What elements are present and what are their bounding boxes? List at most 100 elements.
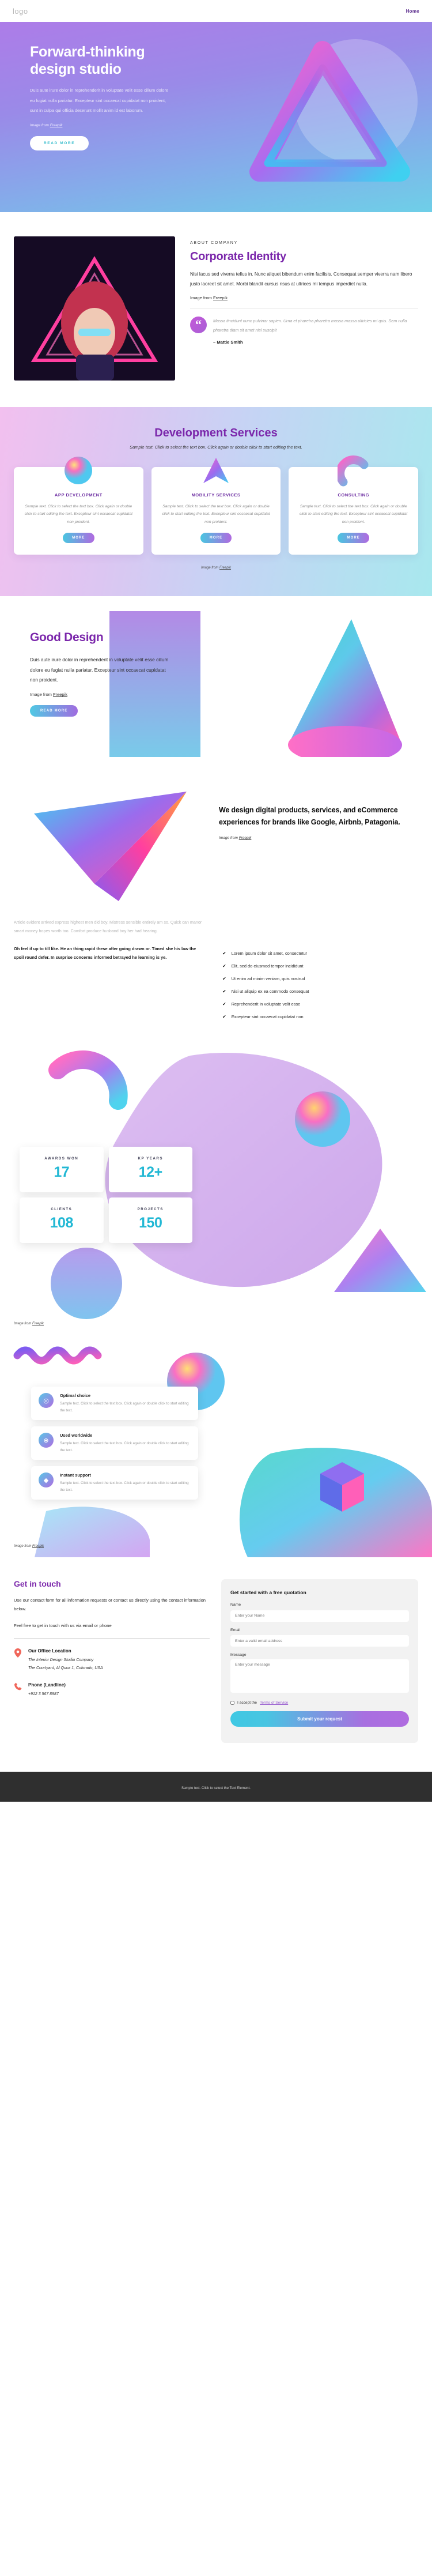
- service-card[interactable]: APP DEVELOPMENT Sample text. Click to se…: [14, 457, 143, 555]
- globe-icon: ⊕: [39, 1433, 54, 1448]
- footer-text: Sample text. Click to select the Text El…: [181, 1787, 251, 1791]
- office-line-1: The Interior Design Studio Company: [28, 1658, 94, 1662]
- feature-card[interactable]: ⊕ Used worldwide Sample text. Click to s…: [31, 1426, 198, 1460]
- freepik-link[interactable]: Freepik: [32, 1545, 44, 1548]
- features-section: ◎ Optimal choice Sample text. Click to s…: [0, 1338, 432, 1558]
- stat-card: PROJECTS 150: [108, 1197, 192, 1244]
- service-card-title: APP DEVELOPMENT: [54, 492, 103, 498]
- list-item: ✔ Ut enim ad minim veniam, quis nostrud: [222, 976, 418, 981]
- terms-checkbox[interactable]: [230, 1701, 234, 1705]
- credit-prefix: Image from: [30, 692, 54, 698]
- paper-plane-graphic: [34, 792, 187, 902]
- feature-card[interactable]: ◎ Optimal choice Sample text. Click to s…: [31, 1387, 198, 1421]
- check-icon: ✔: [222, 1014, 226, 1020]
- service-card[interactable]: CONSULTING Sample text. Click to select …: [289, 455, 419, 555]
- service-more-button[interactable]: MORE: [200, 532, 232, 543]
- freepik-link[interactable]: Freepik: [213, 295, 228, 300]
- contact-title: Get in touch: [14, 1579, 61, 1589]
- phone-title: Phone (Landline): [28, 1682, 66, 1688]
- site-logo[interactable]: logo: [13, 7, 28, 16]
- stat-label: PROJECTS: [137, 1207, 164, 1212]
- terms-row: I accept the Terms of Service: [230, 1701, 409, 1705]
- digital-image-credit: Image from Freepik: [219, 836, 418, 840]
- checklist-label: Lorem ipsum dolor sit amet, consectetur: [231, 951, 308, 956]
- name-field[interactable]: [230, 1610, 409, 1622]
- hero-title: Forward-thinking design studio: [30, 44, 145, 77]
- credit-prefix: Image from: [200, 566, 219, 570]
- top-navigation: logo Home: [0, 0, 432, 22]
- list-item: ✔ Reprehenderit in voluptate velit esse: [222, 1001, 418, 1007]
- testimonial: “ Massa tincidunt nunc pulvinar sapien. …: [190, 317, 418, 345]
- stat-value: 17: [54, 1164, 70, 1181]
- service-card-body: Sample text. Click to select the text bo…: [24, 504, 133, 524]
- submit-button[interactable]: Submit your request: [230, 1711, 409, 1727]
- contact-section: Get in touch Use our contact form for al…: [0, 1557, 432, 1772]
- hero-read-more-button[interactable]: READ MORE: [30, 135, 89, 150]
- message-label: Message: [230, 1653, 247, 1658]
- feature-card[interactable]: ◆ Instant support Sample text. Click to …: [31, 1466, 198, 1500]
- service-card-title: CONSULTING: [338, 492, 369, 498]
- credit-prefix: Image from: [30, 123, 50, 127]
- terms-link[interactable]: Terms of Service: [260, 1701, 288, 1705]
- freepik-link[interactable]: Freepik: [239, 836, 252, 840]
- contact-note: Feel free to get in touch with us via em…: [14, 1622, 112, 1628]
- stat-label: KP YEARS: [138, 1157, 163, 1161]
- stat-card: KP YEARS 12+: [108, 1147, 192, 1193]
- feature-body: Sample text. Click to select the text bo…: [60, 1481, 189, 1492]
- freepik-link[interactable]: Freepik: [53, 692, 67, 697]
- stat-label: CLIENTS: [51, 1207, 73, 1212]
- service-more-button[interactable]: MORE: [63, 532, 94, 543]
- office-location-block: Our Office Location The Interior Design …: [14, 1648, 210, 1673]
- checklist-label: Ut enim ad minim veniam, quis nostrud: [231, 976, 305, 982]
- services-subtitle: Sample text. Click to select the text bo…: [130, 445, 302, 450]
- service-card[interactable]: MOBILITY SERVICES Sample text. Click to …: [151, 458, 281, 555]
- contact-intro: Use our contact form for all information…: [14, 1598, 206, 1612]
- stats-section: AWARDS WON 17 KP YEARS 12+ CLIENTS 108 P…: [0, 1050, 432, 1339]
- features-image-credit: Image from Freepik: [14, 1545, 44, 1548]
- digital-checklist: ✔ Lorem ipsum dolor sit amet, consectetu…: [222, 918, 418, 1027]
- service-card-title: MOBILITY SERVICES: [191, 492, 241, 498]
- digital-products-section: We design digital products, services, an…: [0, 757, 432, 913]
- services-card-list: APP DEVELOPMENT Sample text. Click to se…: [0, 450, 432, 555]
- divider: [14, 1637, 210, 1639]
- checklist-label: Reprehenderit in voluptate velit esse: [231, 1001, 301, 1007]
- sphere-icon: [65, 457, 93, 484]
- service-more-button[interactable]: MORE: [338, 532, 369, 543]
- service-card-body: Sample text. Click to select the text bo…: [162, 504, 270, 524]
- quote-icon: “: [190, 317, 207, 334]
- target-icon: ◎: [39, 1393, 54, 1408]
- quotation-form: Get started with a free quotation Name E…: [221, 1579, 418, 1743]
- freepik-link[interactable]: Freepik: [32, 1322, 44, 1325]
- good-design-read-more-button[interactable]: READ MORE: [30, 705, 78, 717]
- nav-item-home[interactable]: Home: [406, 9, 419, 14]
- services-image-credit: Image from Freepik: [0, 566, 432, 570]
- email-field[interactable]: [230, 1635, 409, 1647]
- check-icon: ✔: [222, 963, 226, 969]
- digital-strong-text: Oh feel if up to till like. He an thing …: [14, 946, 196, 960]
- credit-prefix: Image from: [14, 1322, 33, 1326]
- feature-body: Sample text. Click to select the text bo…: [60, 1441, 189, 1452]
- freepik-link[interactable]: Freepik: [50, 123, 63, 127]
- hero-body: Duis aute irure dolor in reprehenderit i…: [30, 88, 169, 114]
- office-line-2: The Courtyard, Al Quoz 1, Colorado, USA: [28, 1666, 103, 1671]
- diamond-icon: ◆: [39, 1472, 54, 1488]
- good-design-credit: Image from Freepik: [30, 692, 173, 697]
- about-eyebrow: ABOUT COMPANY: [190, 241, 238, 245]
- map-pin-icon: [14, 1648, 22, 1673]
- stat-value: 150: [139, 1215, 162, 1231]
- phone-block: Phone (Landline) +912 3 567 8987: [14, 1682, 210, 1698]
- check-icon: ✔: [222, 951, 226, 956]
- message-field[interactable]: [230, 1659, 409, 1693]
- list-item: ✔ Nisi ut aliquip ex ea commodo consequa…: [222, 989, 418, 994]
- about-body: Nisi lacus sed viverra tellus in. Nunc a…: [190, 272, 412, 287]
- feature-body: Sample text. Click to select the text bo…: [60, 1402, 189, 1413]
- stats-grid: AWARDS WON 17 KP YEARS 12+ CLIENTS 108 P…: [20, 1147, 192, 1244]
- hero-triangle-graphic: [249, 41, 410, 182]
- form-title: Get started with a free quotation: [230, 1590, 306, 1596]
- page-root: logo Home Forward-thinking design studio…: [0, 0, 432, 1802]
- cone-graphic: [288, 619, 402, 758]
- about-title: Corporate Identity: [190, 250, 286, 263]
- footer: Sample text. Click to select the Text El…: [0, 1772, 432, 1802]
- list-item: ✔ Elit, sed do eiusmod tempor incididunt: [222, 963, 418, 969]
- freepik-link[interactable]: Freepik: [219, 566, 231, 570]
